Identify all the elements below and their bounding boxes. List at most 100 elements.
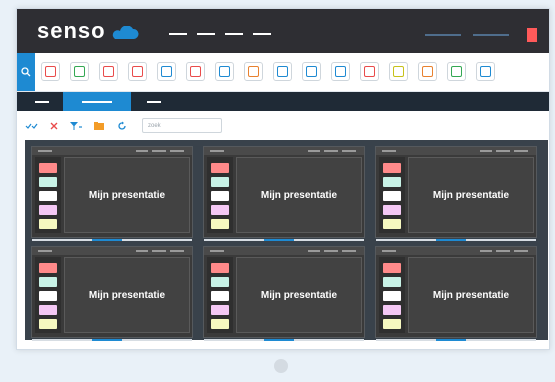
logo-text: senso: [37, 18, 106, 43]
sticky-note: [39, 163, 57, 173]
presentation-title: Mijn presentatie: [64, 157, 190, 233]
scroll-indicator[interactable]: [274, 359, 288, 373]
folder-icon[interactable]: [93, 121, 105, 131]
card-note-sidebar: [379, 157, 405, 233]
senso-logo[interactable]: senso: [37, 18, 139, 44]
sticky-note: [383, 191, 401, 201]
stop-icon[interactable]: [41, 62, 60, 81]
card-toolbar: [376, 247, 536, 255]
card-toolbar: [204, 147, 364, 155]
sticky-note: [211, 291, 229, 301]
header-menu-item[interactable]: [253, 33, 271, 35]
sticky-note: [211, 177, 229, 187]
header-right-links: [425, 34, 509, 36]
image-icon[interactable]: [157, 62, 176, 81]
chart-icon[interactable]: [70, 62, 89, 81]
sticky-note: [211, 205, 229, 215]
card-note-sidebar: [207, 157, 233, 233]
presentation-card[interactable]: Mijn presentatie: [203, 246, 365, 341]
tab-3[interactable]: [139, 92, 169, 111]
card-toolbar: [376, 147, 536, 155]
frame-icon[interactable]: [186, 62, 205, 81]
header-link[interactable]: [473, 34, 509, 36]
sticky-note: [39, 305, 57, 315]
card-progress: [32, 239, 192, 241]
sticky-note: [383, 277, 401, 287]
tab-2-active[interactable]: [63, 92, 131, 111]
sticky-note: [39, 291, 57, 301]
presentation-card[interactable]: Mijn presentatie: [31, 246, 193, 341]
settings-icon[interactable]: [99, 62, 118, 81]
user-icon[interactable]: [418, 62, 437, 81]
presentation-card[interactable]: Mijn presentatie: [375, 246, 537, 341]
sticky-note: [39, 219, 57, 229]
record-icon[interactable]: [215, 62, 234, 81]
card-progress: [376, 339, 536, 341]
card-note-sidebar: [207, 257, 233, 333]
sticky-note: [211, 319, 229, 329]
presentation-card[interactable]: Mijn presentatie: [203, 146, 365, 241]
notification-badge[interactable]: [527, 28, 537, 42]
card-progress: [376, 239, 536, 241]
app-header: senso: [17, 9, 549, 53]
brush-icon[interactable]: [244, 62, 263, 81]
delete-icon[interactable]: [49, 121, 59, 131]
header-menu-item[interactable]: [225, 33, 243, 35]
sticky-note: [39, 319, 57, 329]
check-all-icon[interactable]: [25, 121, 39, 131]
tab-1[interactable]: [27, 92, 57, 111]
presentation-search-input[interactable]: zoek: [142, 118, 222, 133]
refresh-icon[interactable]: [447, 62, 466, 81]
tool-toolbar: [17, 53, 549, 92]
card-note-sidebar: [35, 257, 61, 333]
header-link[interactable]: [425, 34, 461, 36]
sticky-note: [383, 219, 401, 229]
sticky-note: [383, 205, 401, 215]
header-menu: [169, 33, 271, 35]
sticky-note: [383, 263, 401, 273]
presentation-title: Mijn presentatie: [236, 157, 362, 233]
card-note-sidebar: [35, 157, 61, 233]
toolbar-search-button[interactable]: [17, 53, 35, 91]
arrow-icon[interactable]: [360, 62, 379, 81]
card-note-sidebar: [379, 257, 405, 333]
coin-icon[interactable]: [389, 62, 408, 81]
sticky-note: [39, 191, 57, 201]
header-menu-item[interactable]: [197, 33, 215, 35]
card-progress: [32, 339, 192, 341]
message-icon[interactable]: [128, 62, 147, 81]
cloud-icon: [112, 26, 139, 39]
sticky-note: [39, 205, 57, 215]
expand-icon[interactable]: [476, 62, 495, 81]
presentation-card[interactable]: Mijn presentatie: [31, 146, 193, 241]
presentation-title: Mijn presentatie: [408, 257, 534, 333]
sticky-note: [383, 291, 401, 301]
sticky-note: [39, 177, 57, 187]
sticky-note: [383, 305, 401, 315]
app-window: senso zoek Mijn presentatie Mijn present…: [16, 8, 550, 350]
sticky-note: [211, 163, 229, 173]
sticky-note: [383, 319, 401, 329]
sticky-note: [39, 263, 57, 273]
toolbar-icon-list: [41, 62, 495, 81]
sticky-note: [211, 263, 229, 273]
presentation-card[interactable]: Mijn presentatie: [375, 146, 537, 241]
sticky-note: [211, 191, 229, 201]
header-menu-item[interactable]: [169, 33, 187, 35]
sticky-note: [39, 277, 57, 287]
presentation-grid: Mijn presentatie Mijn presentatie Mijn pre…: [25, 140, 548, 341]
card-toolbar: [204, 247, 364, 255]
presentation-title: Mijn presentatie: [64, 257, 190, 333]
card-progress: [204, 339, 364, 341]
card-toolbar: [32, 147, 192, 155]
graph-icon[interactable]: [302, 62, 321, 81]
reload-icon[interactable]: [117, 121, 127, 131]
document-icon[interactable]: [273, 62, 292, 81]
export-icon[interactable]: [331, 62, 350, 81]
filter-icon[interactable]: [69, 121, 83, 131]
sticky-note: [383, 163, 401, 173]
presentation-title: Mijn presentatie: [236, 257, 362, 333]
sticky-note: [383, 177, 401, 187]
sticky-note: [211, 277, 229, 287]
search-icon: [21, 67, 31, 77]
